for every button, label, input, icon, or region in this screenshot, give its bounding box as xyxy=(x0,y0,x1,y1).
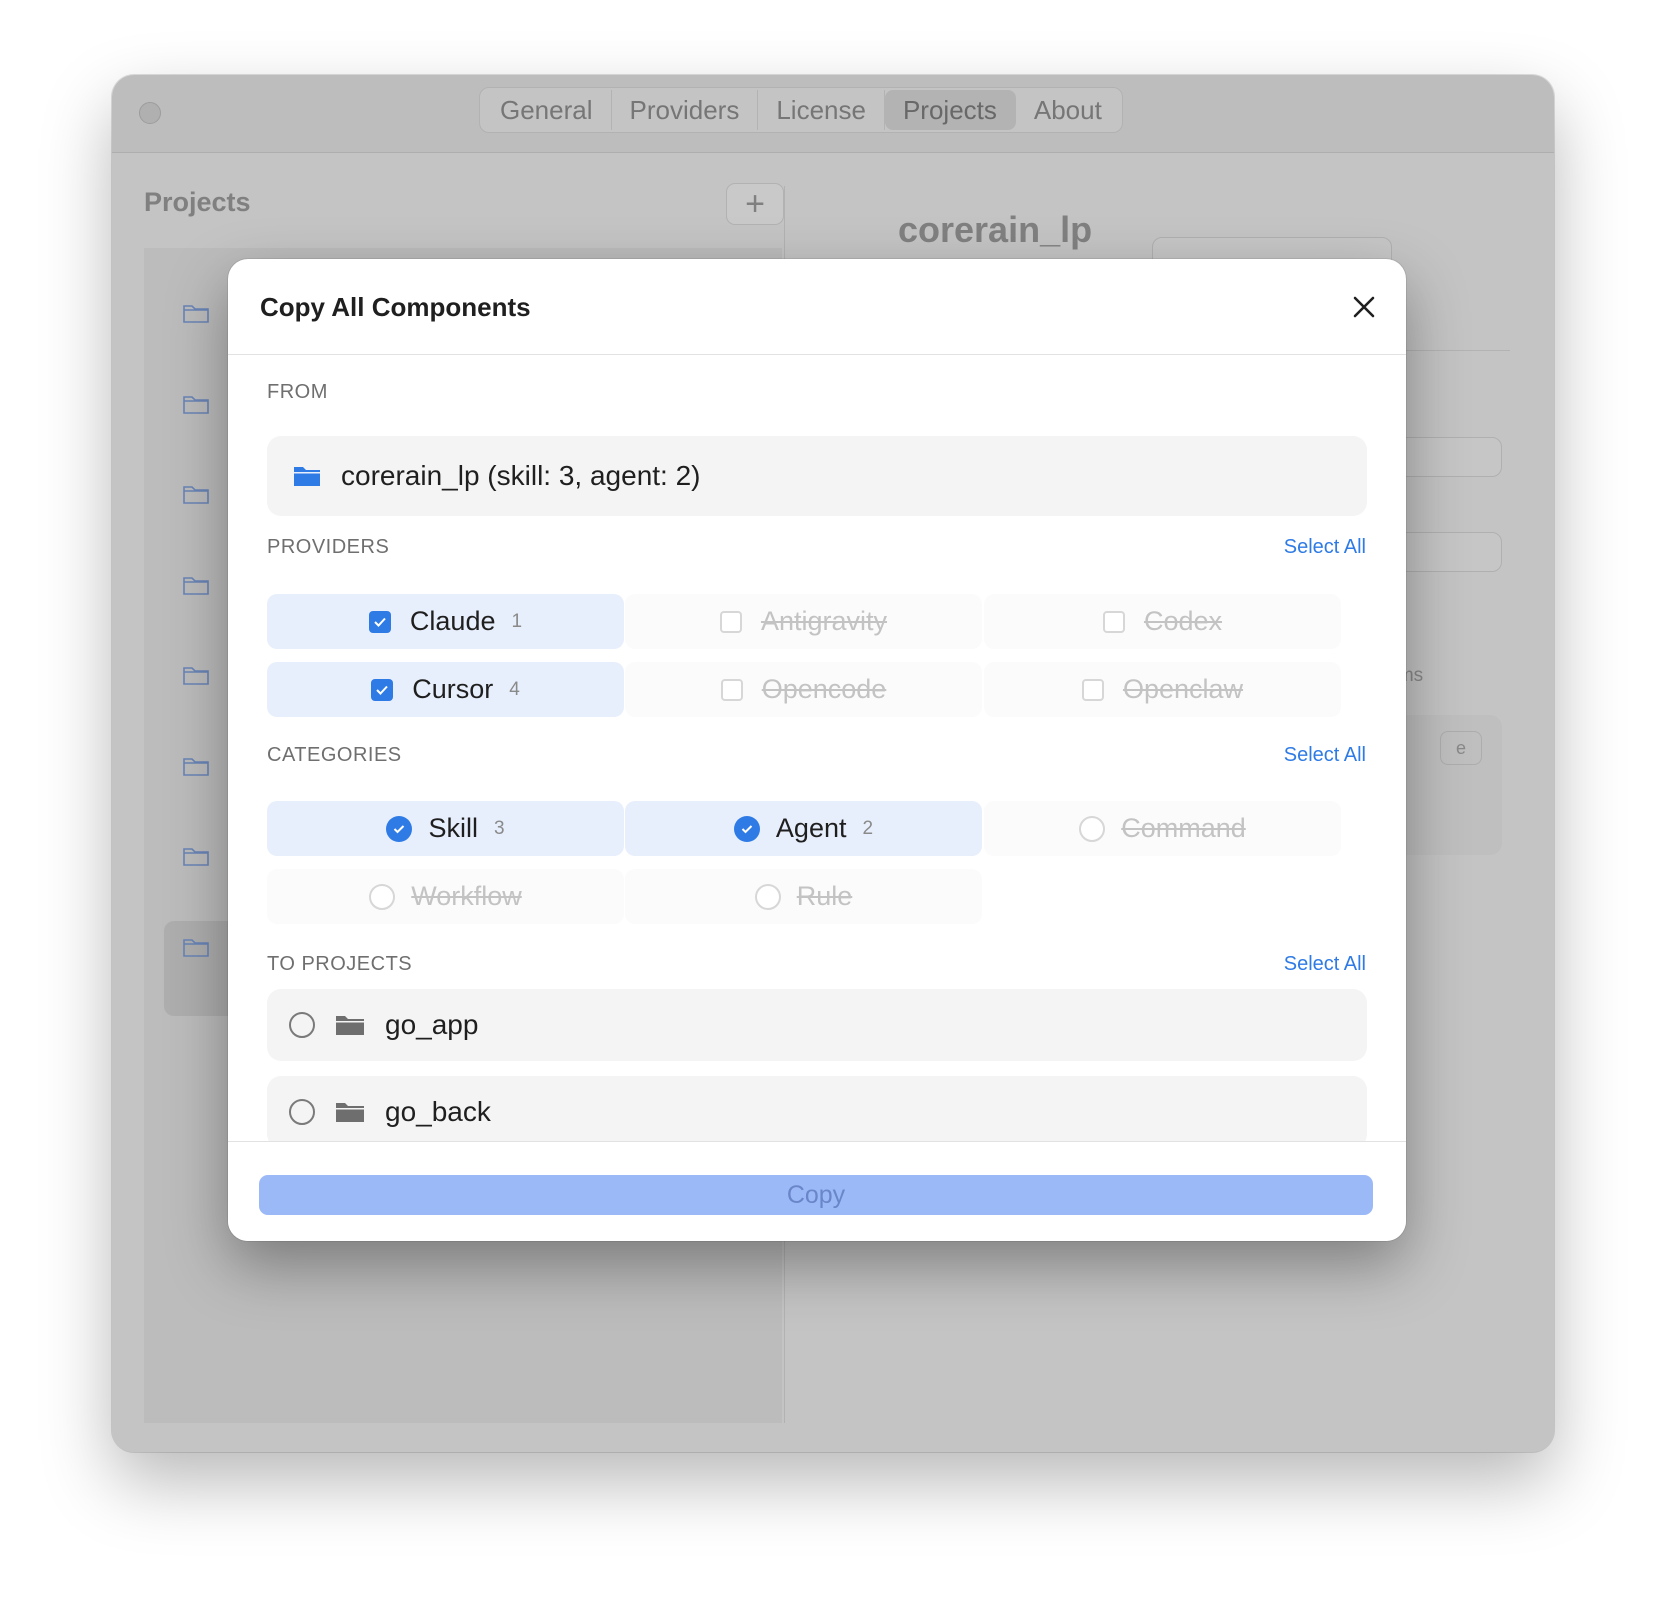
category-chip-rule[interactable]: Rule xyxy=(625,869,982,924)
target-project-row[interactable]: go_back xyxy=(267,1076,1367,1141)
copy-button[interactable]: Copy xyxy=(259,1175,1373,1215)
project-name: go_app xyxy=(385,1009,479,1040)
close-icon[interactable] xyxy=(1346,289,1382,325)
from-label: FROM xyxy=(267,381,328,403)
dialog-header: Copy All Components xyxy=(228,259,1406,355)
category-chip-agent[interactable]: Agent 2 xyxy=(625,801,982,856)
provider-label: Codex xyxy=(1143,606,1223,636)
provider-label: Claude xyxy=(409,606,496,636)
provider-label: Antigravity xyxy=(760,606,888,636)
checkbox-checked-icon[interactable] xyxy=(371,678,394,701)
provider-chip-codex[interactable]: Codex xyxy=(984,594,1341,649)
provider-label: Cursor xyxy=(412,674,494,704)
provider-label: Openclaw xyxy=(1122,674,1244,704)
providers-label: PROVIDERS xyxy=(267,536,390,558)
source-project-label: corerain_lp (skill: 3, agent: 2) xyxy=(341,460,701,491)
checkbox-empty-icon[interactable] xyxy=(720,678,743,701)
provider-chip-cursor[interactable]: Cursor 4 xyxy=(267,662,624,717)
category-label: Command xyxy=(1121,813,1246,843)
provider-count: 4 xyxy=(509,678,520,700)
category-count: 3 xyxy=(493,817,505,839)
providers-select-all-link[interactable]: Select All xyxy=(1284,536,1366,559)
category-chip-command[interactable]: Command xyxy=(984,801,1341,856)
provider-chip-claude[interactable]: Claude 1 xyxy=(267,594,624,649)
radio-empty-icon[interactable] xyxy=(1079,815,1106,842)
provider-chip-antigravity[interactable]: Antigravity xyxy=(625,594,982,649)
category-chip-skill[interactable]: Skill 3 xyxy=(267,801,624,856)
provider-count: 1 xyxy=(511,610,523,632)
folder-icon xyxy=(294,467,320,486)
categories-label: CATEGORIES xyxy=(267,744,402,766)
dialog-footer: Copy xyxy=(228,1141,1406,1241)
radio-empty-icon[interactable] xyxy=(754,883,781,910)
checkbox-empty-icon[interactable] xyxy=(1102,610,1125,633)
radio-checked-icon[interactable] xyxy=(733,815,760,842)
provider-chip-opencode[interactable]: Opencode xyxy=(625,662,982,717)
checkbox-empty-icon[interactable] xyxy=(1081,678,1104,701)
copy-all-components-dialog: Copy All Components FROM corerain_lp (sk… xyxy=(228,259,1406,1241)
category-label: Agent xyxy=(775,813,847,843)
source-project: corerain_lp (skill: 3, agent: 2) xyxy=(267,436,1367,516)
checkbox-empty-icon[interactable] xyxy=(719,610,742,633)
category-chip-workflow[interactable]: Workflow xyxy=(267,869,624,924)
project-name: go_back xyxy=(385,1096,491,1127)
dialog-title: Copy All Components xyxy=(260,292,531,322)
radio-empty-icon[interactable] xyxy=(289,1099,315,1125)
to-projects-label: TO PROJECTS xyxy=(267,953,413,975)
provider-chip-openclaw[interactable]: Openclaw xyxy=(984,662,1341,717)
category-label: Rule xyxy=(796,881,853,911)
projects-select-all-link[interactable]: Select All xyxy=(1284,953,1366,976)
categories-select-all-link[interactable]: Select All xyxy=(1284,744,1366,767)
radio-checked-icon[interactable] xyxy=(386,815,413,842)
category-count: 2 xyxy=(862,817,874,839)
checkbox-checked-icon[interactable] xyxy=(368,610,391,633)
provider-label: Opencode xyxy=(761,674,887,704)
target-project-row[interactable]: go_app xyxy=(267,989,1367,1061)
radio-empty-icon[interactable] xyxy=(369,883,396,910)
target-project-list[interactable]: go_app go_back xyxy=(228,989,1406,1141)
folder-icon xyxy=(336,1016,364,1035)
radio-empty-icon[interactable] xyxy=(289,1012,315,1038)
folder-icon xyxy=(336,1103,364,1122)
category-label: Workflow xyxy=(411,881,522,911)
category-label: Skill xyxy=(428,813,478,843)
